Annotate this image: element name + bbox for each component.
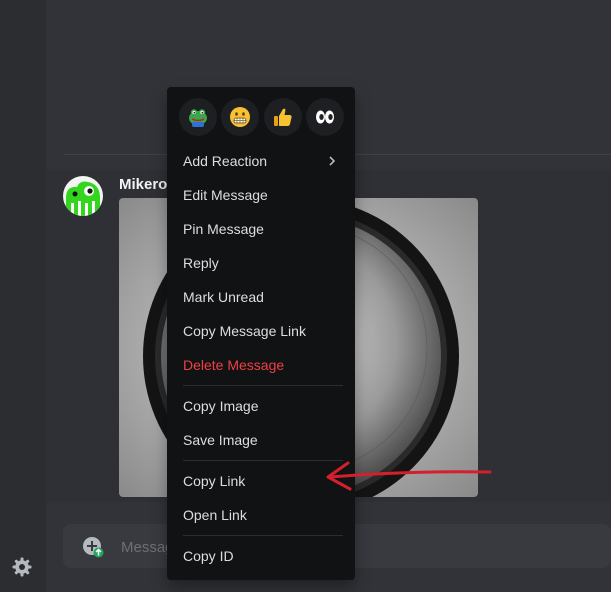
upload-button[interactable] <box>82 536 104 558</box>
menu-separator <box>183 460 343 461</box>
menu-item-delete-message[interactable]: Delete Message <box>175 349 347 381</box>
menu-item-label: Delete Message <box>183 357 285 373</box>
menu-item-label: Copy Image <box>183 398 259 414</box>
menu-separator <box>183 535 343 536</box>
reaction-button-grimace[interactable] <box>221 98 259 136</box>
menu-separator <box>183 385 343 386</box>
reaction-button-frog[interactable] <box>179 98 217 136</box>
menu-item-label: Copy Message Link <box>183 323 306 339</box>
menu-item-label: Edit Message <box>183 187 268 203</box>
menu-item-mark-unread[interactable]: Mark Unread <box>175 281 347 313</box>
eyes-emoji-icon <box>316 110 334 124</box>
settings-button[interactable] <box>10 555 34 579</box>
menu-item-pin-message[interactable]: Pin Message <box>175 213 347 245</box>
frog-avatar-icon <box>63 176 103 216</box>
gear-icon <box>12 557 32 577</box>
menu-item-label: Open Link <box>183 507 247 523</box>
server-rail <box>0 0 46 592</box>
menu-item-reply[interactable]: Reply <box>175 247 347 279</box>
menu-item-save-image[interactable]: Save Image <box>175 424 347 456</box>
reaction-button-eyes[interactable] <box>306 98 344 136</box>
message-context-menu: Add Reaction Edit Message Pin Message Re… <box>167 87 355 580</box>
menu-item-copy-image[interactable]: Copy Image <box>175 390 347 422</box>
quick-reactions <box>179 98 347 138</box>
grimace-emoji-icon <box>230 107 250 127</box>
menu-item-label: Copy Link <box>183 473 246 489</box>
menu-item-copy-id[interactable]: Copy ID <box>175 540 347 572</box>
add-circle-icon <box>83 537 104 558</box>
message-author[interactable]: Mikero <box>119 176 167 193</box>
discord-window: Mikero Message Add Reaction Edit Message… <box>0 0 611 592</box>
menu-item-label: Reply <box>183 255 219 271</box>
avatar[interactable] <box>63 176 103 216</box>
reaction-button-thumbs-up[interactable] <box>264 98 302 136</box>
menu-item-edit-message[interactable]: Edit Message <box>175 179 347 211</box>
menu-item-label: Mark Unread <box>183 289 264 305</box>
menu-item-label: Add Reaction <box>183 153 268 169</box>
menu-item-label: Save Image <box>183 432 258 448</box>
menu-item-copy-message-link[interactable]: Copy Message Link <box>175 315 347 347</box>
menu-item-add-reaction[interactable]: Add Reaction <box>175 145 347 177</box>
annotation-arrow <box>326 461 492 491</box>
menu-item-open-link[interactable]: Open Link <box>175 499 347 531</box>
chevron-right-icon <box>329 156 336 166</box>
menu-item-label: Pin Message <box>183 221 264 237</box>
frog-emoji-icon <box>189 109 207 127</box>
menu-item-label: Copy ID <box>183 548 234 564</box>
thumbs-up-emoji-icon <box>274 108 292 126</box>
